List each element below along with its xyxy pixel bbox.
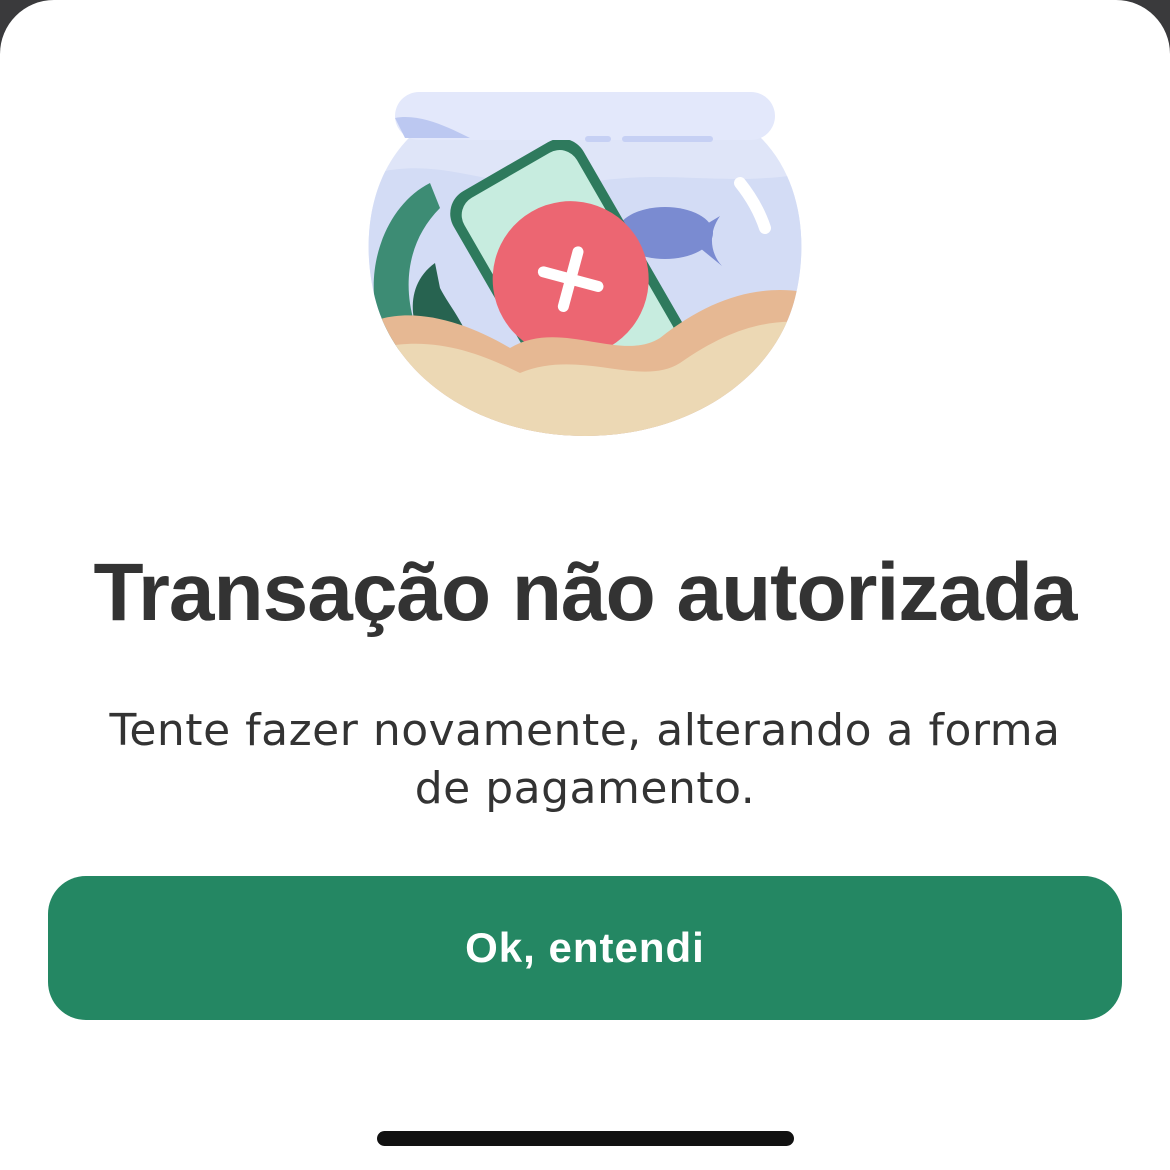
bottom-sheet: Transação não autorizada Tente fazer nov… (0, 0, 1170, 1170)
confirm-button[interactable]: Ok, entendi (48, 876, 1122, 1020)
dialog-title: Transação não autorizada (93, 547, 1077, 638)
phone-in-fishbowl-error-icon (368, 92, 802, 436)
home-indicator[interactable] (377, 1131, 794, 1146)
dialog-message: Tente fazer novamente, alterando a forma… (109, 705, 1061, 814)
